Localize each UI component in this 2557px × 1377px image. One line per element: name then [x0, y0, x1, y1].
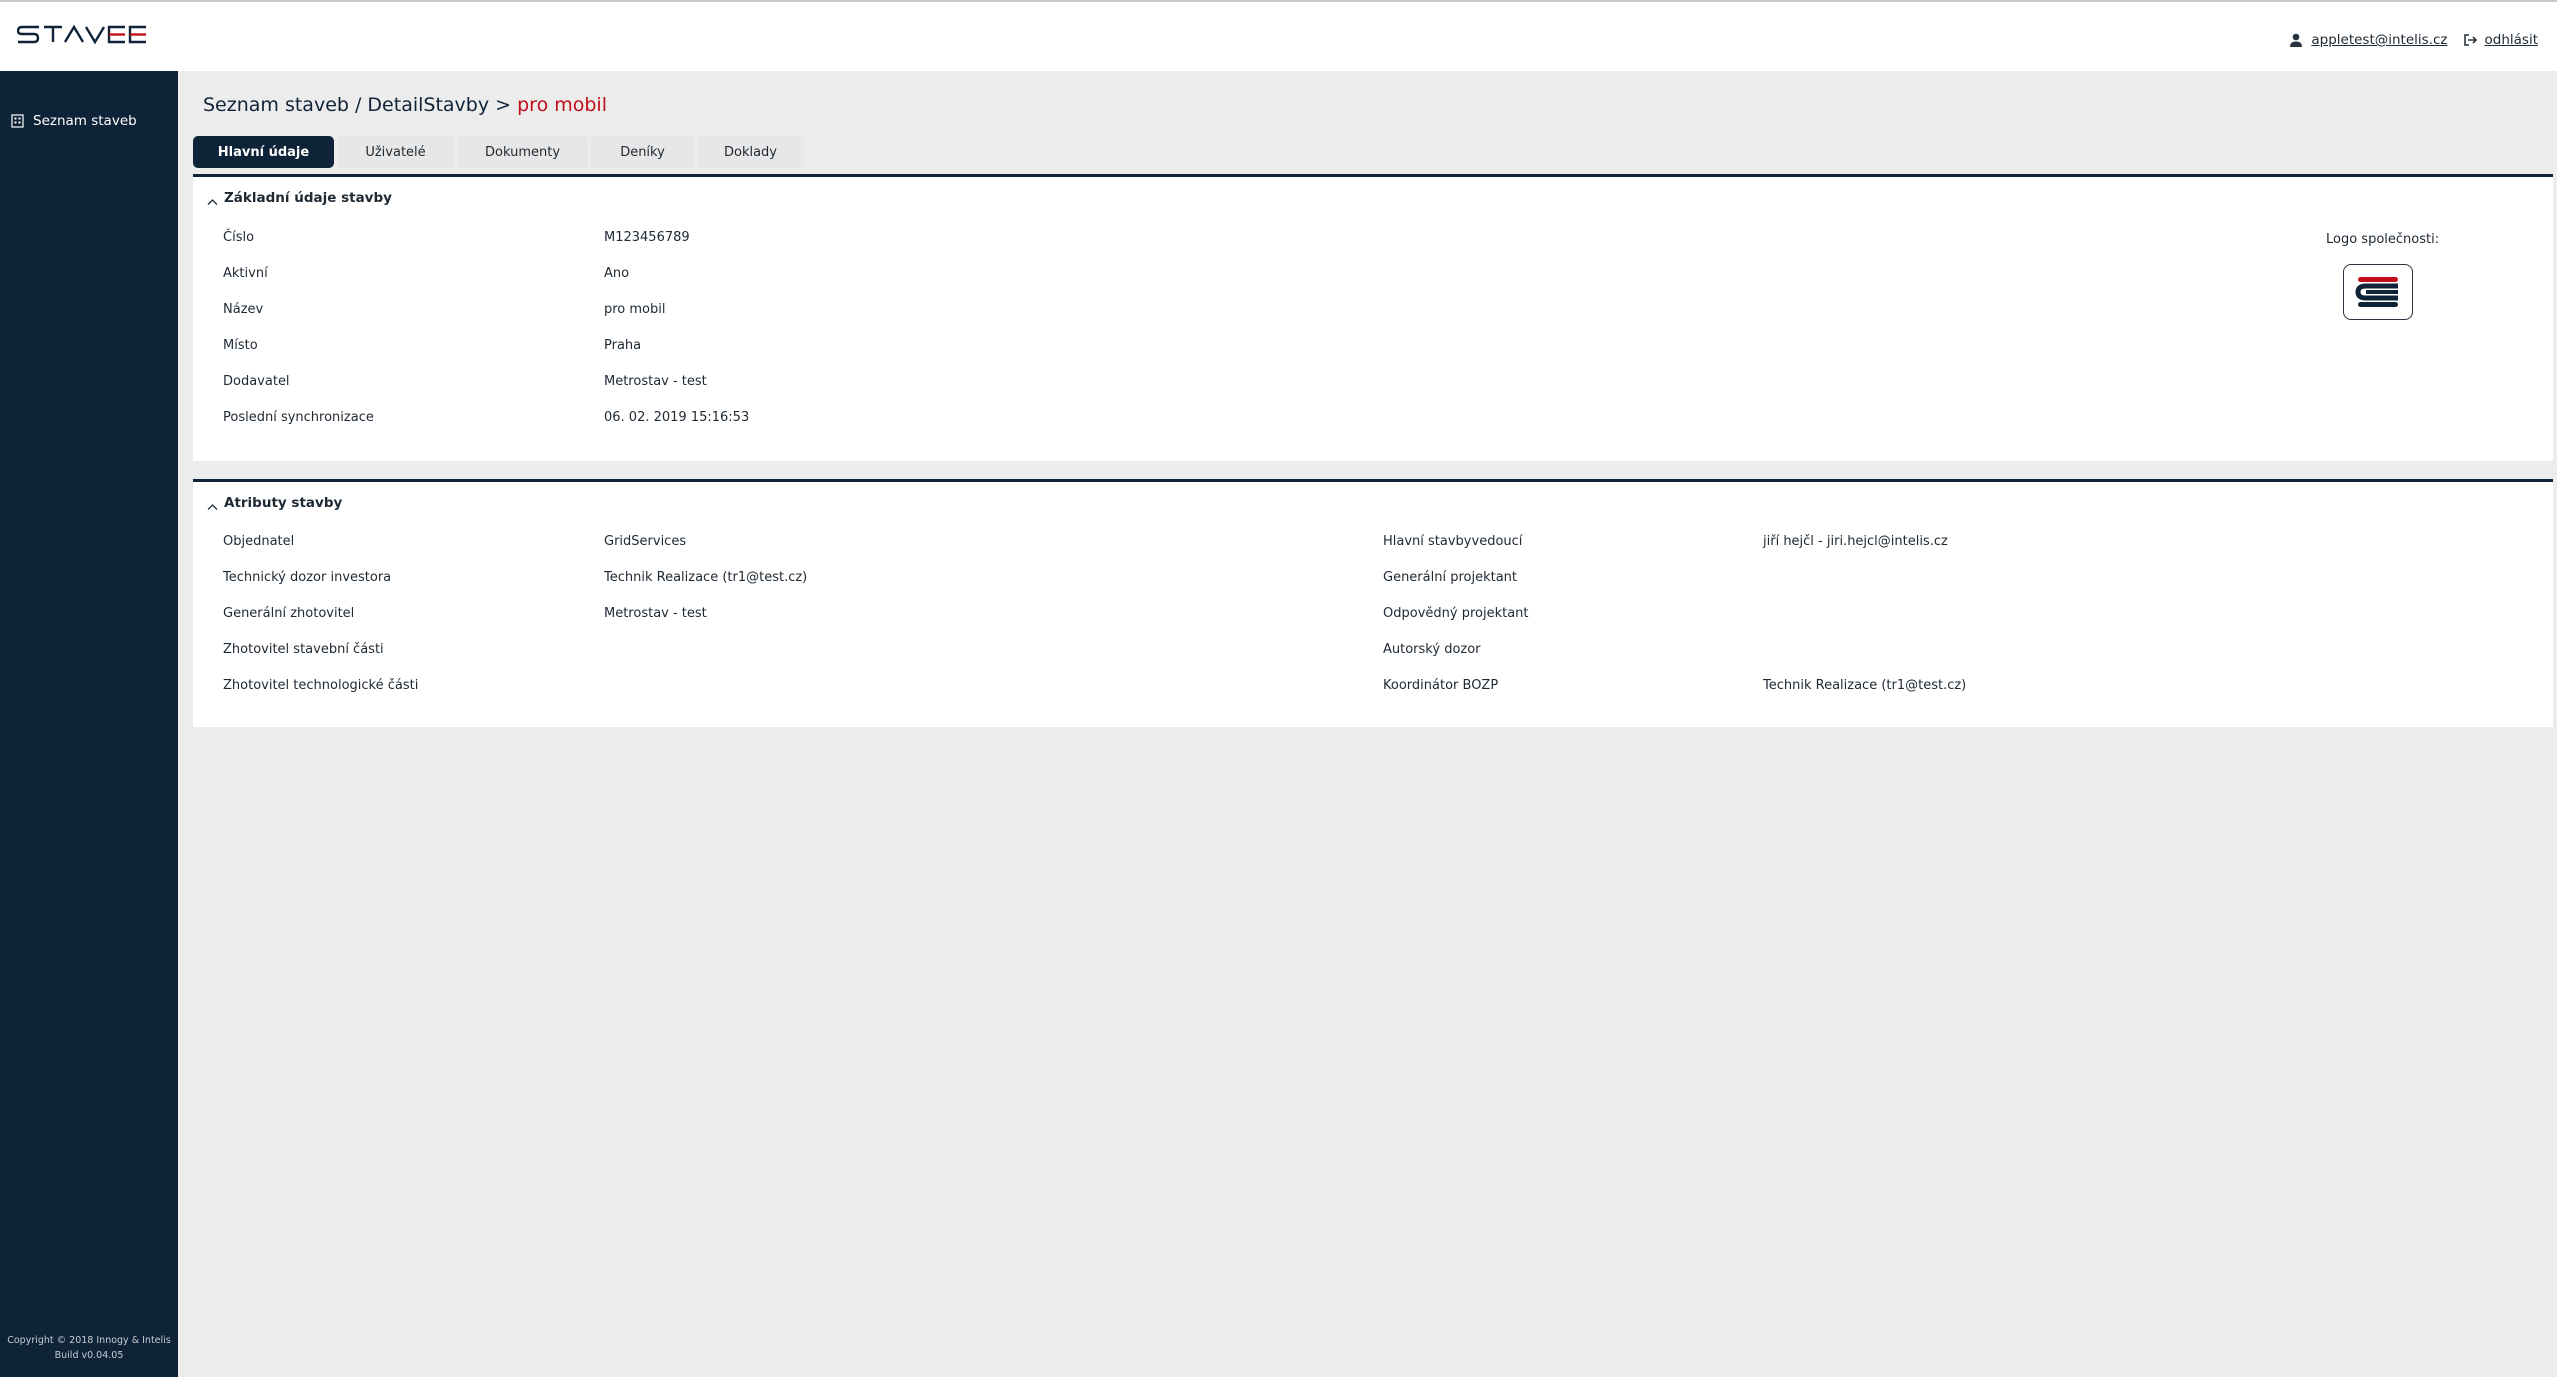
field-value: Ano [604, 266, 630, 281]
user-email-link[interactable]: appletest@intelis.cz [2311, 32, 2447, 48]
field-value: Technik Realizace (tr1@test.cz) [1763, 678, 1967, 693]
top-header: appletest@intelis.cz odhlásit [0, 0, 2557, 71]
basic-info-header[interactable]: Základní údaje stavby [207, 190, 392, 206]
tab-doklady[interactable]: Doklady [697, 136, 804, 168]
field-label: Poslední synchronizace [223, 410, 374, 425]
copyright-text: Copyright © 2018 Innogy & Intelis [7, 1335, 171, 1346]
user-icon [2288, 32, 2304, 48]
building-icon [11, 114, 24, 128]
field-label: Název [223, 302, 264, 317]
field-label: Generální projektant [1383, 570, 1518, 585]
field-label: Místo [223, 338, 258, 353]
attributes-title: Atributy stavby [224, 495, 343, 511]
breadcrumb: Seznam staveb / DetailStavby > pro mobil [203, 94, 607, 116]
chevron-up-icon [207, 194, 218, 205]
field-value: Metrostav - test [604, 374, 707, 389]
company-logo [2343, 264, 2413, 320]
breadcrumb-current: pro mobil [517, 94, 607, 116]
field-label: Generální zhotovitel [223, 606, 355, 621]
logout-link[interactable]: odhlásit [2485, 32, 2539, 48]
tab-deniky[interactable]: Deníky [591, 136, 694, 168]
sidebar: Seznam staveb Copyright © 2018 Innogy & … [0, 71, 178, 1377]
basic-info-title: Základní údaje stavby [224, 190, 392, 206]
field-label: Zhotovitel stavební části [223, 642, 384, 657]
company-logo-label: Logo společnosti: [2326, 232, 2440, 247]
field-label: Autorský dozor [1383, 642, 1481, 657]
field-label: Číslo [223, 230, 255, 245]
field-value: Praha [604, 338, 642, 353]
attributes-panel: Atributy stavby Objednatel GridServices … [193, 479, 2553, 727]
logout-icon [2462, 32, 2478, 48]
field-label: Odpovědný projektant [1383, 606, 1529, 621]
field-value: pro mobil [604, 302, 666, 317]
user-area: appletest@intelis.cz odhlásit [2288, 32, 2538, 48]
field-label: Technický dozor investora [223, 570, 392, 585]
tab-bar: Hlavní údaje Uživatelé Dokumenty Deníky … [193, 136, 807, 168]
chevron-up-icon [207, 499, 218, 510]
field-label: Dodavatel [223, 374, 290, 389]
field-value: Technik Realizace (tr1@test.cz) [604, 570, 808, 585]
field-value: Metrostav - test [604, 606, 707, 621]
sidebar-item-label: Seznam staveb [33, 113, 137, 129]
breadcrumb-path[interactable]: Seznam staveb / DetailStavby > [203, 94, 511, 116]
build-version: Build v0.04.05 [54, 1350, 124, 1361]
field-label: Koordinátor BOZP [1383, 678, 1499, 693]
field-value: M123456789 [604, 230, 690, 245]
basic-info-panel: Základní údaje stavby Číslo M123456789 A… [193, 174, 2553, 461]
brand-logo[interactable] [17, 24, 167, 46]
field-label: Objednatel [223, 534, 295, 549]
field-value: jiří hejčl - jiri.hejcl@intelis.cz [1763, 534, 1948, 549]
field-value: GridServices [604, 534, 687, 549]
tab-uzivatele[interactable]: Uživatelé [337, 136, 454, 168]
sidebar-footer: Copyright © 2018 Innogy & Intelis Build … [0, 1333, 178, 1363]
field-label: Aktivní [223, 266, 268, 281]
tab-hlavni-udaje[interactable]: Hlavní údaje [193, 136, 334, 168]
field-label: Zhotovitel technologické části [223, 678, 419, 693]
field-value: 06. 02. 2019 15:16:53 [604, 410, 750, 425]
sidebar-item-seznam-staveb[interactable]: Seznam staveb [11, 113, 137, 129]
attributes-header[interactable]: Atributy stavby [207, 495, 342, 511]
field-label: Hlavní stavbyvedoucí [1383, 534, 1523, 549]
tab-dokumenty[interactable]: Dokumenty [457, 136, 588, 168]
